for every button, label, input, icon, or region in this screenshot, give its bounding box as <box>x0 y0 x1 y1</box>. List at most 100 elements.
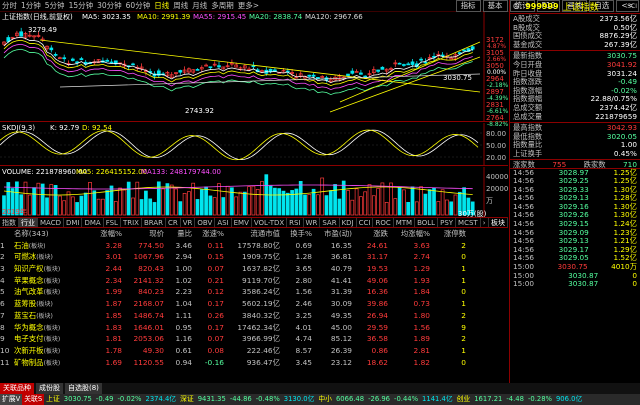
period-0[interactable]: 分时 <box>0 0 19 12</box>
volume-bar <box>402 189 406 216</box>
table-row[interactable]: 9 电子支付(板块) 1.81 2053.06 1.16 0.07 3966.99亿 4.74… <box>0 333 508 345</box>
status-item[interactable]: 扩展V <box>0 394 23 405</box>
volume-bar <box>406 201 411 216</box>
table-row[interactable]: 1 石油(板块) 3.28 774.50 3.46 0.11 17578.80亿 0.69 16… <box>0 240 508 252</box>
volume-bar <box>212 197 217 216</box>
period-2[interactable]: 5分钟 <box>43 0 67 12</box>
indicator-tab-4[interactable]: DMA <box>82 218 104 227</box>
indicator-tab-11[interactable]: ASI <box>215 218 232 227</box>
volume-bar <box>234 196 239 216</box>
toolbar-button-0[interactable]: 指标 <box>455 0 481 12</box>
table-row[interactable]: 6 蓝筹股(板块) 1.87 2168.07 1.04 0.17 5602.19亿 2.46 3… <box>0 298 508 310</box>
indicator-tab-19[interactable]: ROC <box>373 218 394 227</box>
period-9[interactable]: 多周期 <box>209 0 236 12</box>
indicator-tab-0[interactable]: 指数 <box>0 218 19 227</box>
column-header[interactable]: 现价 <box>122 228 164 240</box>
period-5[interactable]: 60分钟 <box>124 0 153 12</box>
low-price-label: 2743.92 <box>185 107 214 115</box>
period-4[interactable]: 30分钟 <box>95 0 124 12</box>
indicator-tab-24[interactable]: › <box>481 218 489 227</box>
status-item[interactable]: 关联S <box>22 394 45 405</box>
indicator-tab-14[interactable]: RSI <box>287 218 304 227</box>
table-row[interactable]: 10 次新开板(板块) 1.78 49.30 0.61 0.08 222.46亿 8.57 26… <box>0 345 508 357</box>
column-header[interactable]: 名称(343) <box>0 228 90 240</box>
period-1[interactable]: 1分钟 <box>19 0 43 12</box>
quote-panel: G 999999 上证指数 SCI A股成交 2373.56亿 B股成交 0.50亿国… <box>509 0 640 405</box>
indicator-tab-5[interactable]: FSL <box>104 218 121 227</box>
period-6[interactable]: 日线 <box>152 0 171 12</box>
sector-tag: (板块) <box>43 324 61 332</box>
column-header[interactable]: 涨停数 <box>430 228 466 240</box>
indicator-tab-10[interactable]: OBV <box>195 218 216 227</box>
indicator-tab-13[interactable]: VOL-TDX <box>252 218 288 227</box>
indicator-tab-8[interactable]: CR <box>166 218 181 227</box>
indicator-tab-16[interactable]: SAR <box>320 218 340 227</box>
row-index: 9 <box>0 334 5 344</box>
period-3[interactable]: 15分钟 <box>67 0 96 12</box>
volume-bar <box>320 177 325 216</box>
period-10[interactable]: 更多> <box>236 0 261 12</box>
bottom-tab-1[interactable]: 成份股 <box>36 383 63 394</box>
indicator-tab-21[interactable]: BOLL <box>415 218 439 227</box>
table-row[interactable]: 11 矿物制品(板块) 1.69 1120.55 0.94 -0.16 936.47亿 3.4… <box>0 357 508 369</box>
candle-body <box>311 74 316 77</box>
skdj-pane[interactable]: SKDJ(9,3) K: 92.79 D: 92.54 80.00 50.00 20… <box>0 123 508 166</box>
indicator-tab-18[interactable]: CCI <box>357 218 374 227</box>
quote-label: 上证换手 <box>513 148 543 158</box>
kline-pane[interactable]: 上证指数(日线,前复权) MA5: 3023.35 MA10: 2991.39 … <box>0 12 508 128</box>
cell-pe: 45.00 <box>330 322 352 332</box>
volume-bar <box>324 195 329 216</box>
indicator-tab-7[interactable]: BRAR <box>142 218 166 227</box>
indicator-tab-12[interactable]: EMV <box>232 218 252 227</box>
column-header[interactable]: 市盈(动) <box>312 228 352 240</box>
volume-bar <box>169 184 174 216</box>
tick-row[interactable]: 15:00 3030.87 0 <box>510 280 640 289</box>
column-header[interactable]: 均涨幅% <box>388 228 430 240</box>
column-header[interactable]: 涨速% <box>192 228 224 240</box>
cell-avg: 2.81 <box>413 345 430 355</box>
bottom-tab-0[interactable]: 关联品种 <box>0 383 34 394</box>
cell-vr: 1.00 <box>175 264 192 274</box>
table-row[interactable]: 4 苹果概念(板块) 2.34 2141.32 1.02 0.21 9119.70亿 2.80… <box>0 275 508 287</box>
volume-bar <box>70 196 75 216</box>
table-row[interactable]: 8 华为概念(板块) 1.83 1646.01 0.95 0.17 17462.34亿 4.0… <box>0 322 508 334</box>
indicator-tab-22[interactable]: PSY <box>438 218 457 227</box>
column-header[interactable]: 涨幅% <box>90 228 122 240</box>
column-header[interactable]: 流通市值 <box>224 228 280 240</box>
table-row[interactable]: 2 可燃冰(板块) 3.01 1067.96 2.94 0.15 1909.75亿 1.28 3… <box>0 251 508 263</box>
toolbar-button-1[interactable]: 基本 <box>482 0 508 12</box>
indicator-tab-6[interactable]: TRIX <box>121 218 142 227</box>
indicator-tab-3[interactable]: DMI <box>64 218 83 227</box>
table-row[interactable]: 5 油气改革(板块) 1.99 840.23 2.23 0.12 3586.24亿 1.56 3… <box>0 286 508 298</box>
period-8[interactable]: 月线 <box>190 0 209 12</box>
indicator-tab-1[interactable]: 行业 <box>19 218 38 227</box>
volume-pane[interactable]: VOLUME: 221878960.00 MA5: 226415152.00 M… <box>0 167 508 218</box>
volume-bar <box>328 190 333 216</box>
cell-vr: 0.61 <box>175 345 192 355</box>
cell-chg: 39.86 <box>366 299 388 309</box>
cell-avg: 1.84 <box>413 287 430 297</box>
indicator-tab-17[interactable]: KDJ <box>340 218 357 227</box>
table-row[interactable]: 7 蓝宝石(板块) 1.85 1486.74 1.11 0.26 3840.32亿 3.25 4… <box>0 310 508 322</box>
cell-cap: 222.46亿 <box>246 345 280 355</box>
candle-body <box>423 61 428 64</box>
column-header[interactable]: 换手% <box>280 228 312 240</box>
period-7[interactable]: 周线 <box>171 0 190 12</box>
indicator-tab-9[interactable]: VR <box>181 218 196 227</box>
column-header[interactable]: 量比 <box>164 228 192 240</box>
volume-bar <box>440 189 445 216</box>
indicator-tab-2[interactable]: MACD <box>38 218 64 227</box>
column-header[interactable]: 涨跌 <box>352 228 388 240</box>
candle-body <box>397 62 402 65</box>
indicator-tab-20[interactable]: MTM <box>394 218 416 227</box>
bottom-tab-2[interactable]: 自选股(8) <box>65 383 102 394</box>
indicator-tab-15[interactable]: WR <box>304 218 321 227</box>
table-row[interactable]: 3 知识产权(板块) 2.44 820.43 1.00 0.07 1637.82亿 3.65 4… <box>0 263 508 275</box>
indicator-tab-23[interactable]: MCST <box>456 218 481 227</box>
cell-to: 4.01 <box>295 322 312 332</box>
volume-bar <box>307 194 312 216</box>
sector-name: 华为概念 <box>14 322 44 332</box>
tick-list[interactable]: 14:56 3028.97 1.25亿 14:56 3029.25 1.25亿 14:56 3… <box>510 168 640 289</box>
sector-tab[interactable]: 板块 <box>489 218 508 227</box>
tick-time: 15:00 <box>513 279 535 289</box>
